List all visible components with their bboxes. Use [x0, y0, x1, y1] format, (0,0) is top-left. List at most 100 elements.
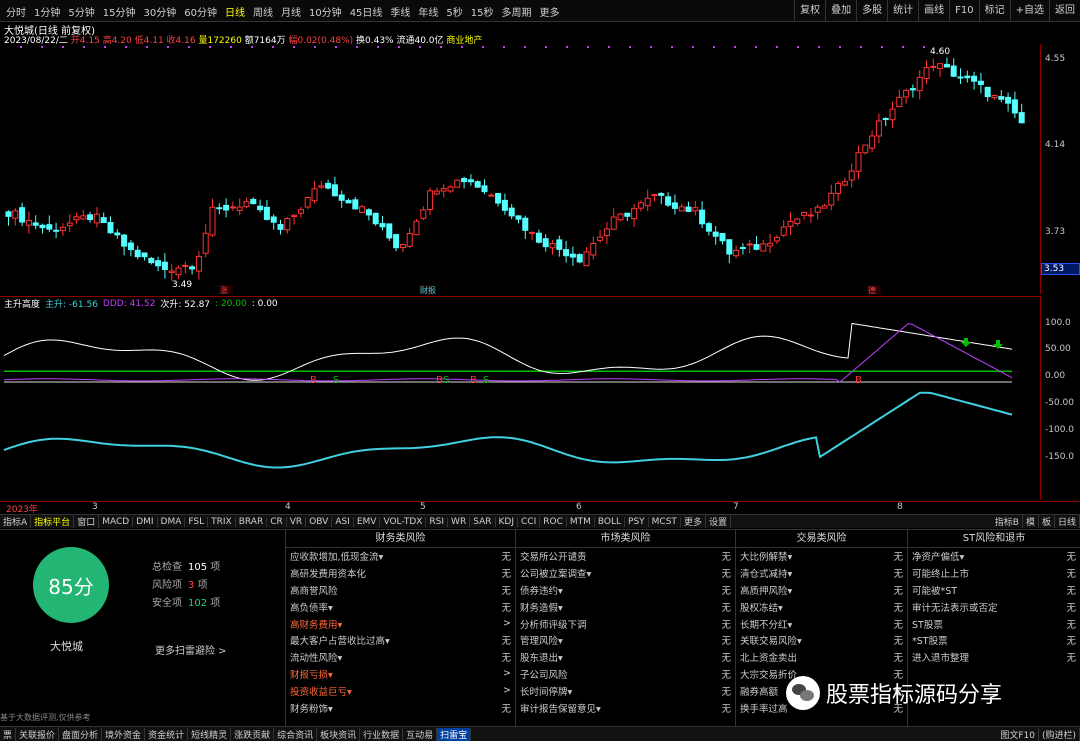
risk-item[interactable]: 高研发费用资本化 无 — [286, 565, 515, 582]
risk-item[interactable]: 高商誉风险 无 — [286, 582, 515, 599]
indicator-tab[interactable]: 指标平台 — [31, 515, 75, 528]
toolbar-button[interactable]: 统计 — [887, 0, 918, 22]
indicator-tab[interactable]: VOL-TDX — [380, 516, 427, 527]
indicator-tab[interactable]: BRAR — [236, 516, 268, 527]
risk-item[interactable]: 财务造假▾ 无 — [516, 598, 735, 615]
more-scan-link[interactable]: 更多扫雷避险 > — [155, 642, 227, 657]
status-tab[interactable]: 境外资金 — [102, 727, 146, 741]
indicator-tab[interactable]: TRIX — [208, 516, 236, 527]
period-tab[interactable]: 季线 — [386, 4, 414, 19]
toolbar-button[interactable]: +自选 — [1009, 0, 1049, 22]
risk-item[interactable]: 财务粉饰▾ 无 — [286, 699, 515, 716]
period-tab[interactable]: 15秒 — [467, 4, 498, 19]
status-tab[interactable]: 行业数据 — [360, 727, 404, 741]
risk-item[interactable]: 长时间停牌▾ 无 — [516, 682, 735, 699]
period-tab[interactable]: 15分钟 — [99, 4, 140, 19]
risk-item[interactable]: 应收款增加,低现金流▾ 无 — [286, 548, 515, 565]
risk-item[interactable]: 管理风险▾ 无 — [516, 632, 735, 649]
indicator-chart[interactable]: BSBSBSB — [0, 310, 1040, 500]
period-tab[interactable]: 60分钟 — [180, 4, 221, 19]
status-tab[interactable]: 资金统计 — [145, 727, 189, 741]
period-tab[interactable]: 更多 — [536, 4, 564, 19]
toolbar-button[interactable]: 多股 — [856, 0, 887, 22]
risk-item[interactable]: 大比例解禁▾ 无 — [736, 548, 907, 565]
risk-item[interactable]: 交易所公开谴责 无 — [516, 548, 735, 565]
risk-item[interactable]: 流动性风险▾ 无 — [286, 649, 515, 666]
status-tab[interactable]: 票 — [0, 727, 17, 741]
risk-item[interactable]: 进入退市整理 无 — [908, 649, 1080, 666]
risk-item[interactable]: ST股票 无 — [908, 615, 1080, 632]
risk-item[interactable]: 净资产偏低▾ 无 — [908, 548, 1080, 565]
indicator-tab[interactable]: OBV — [306, 516, 333, 527]
indicator-tab[interactable]: DMA — [158, 516, 186, 527]
toolbar-button[interactable]: F10 — [949, 0, 978, 22]
period-tab[interactable]: 多周期 — [498, 4, 536, 19]
period-tab[interactable]: 年线 — [414, 4, 442, 19]
indicator-tab[interactable]: ROC — [540, 516, 567, 527]
toolbar-button[interactable]: 画线 — [918, 0, 949, 22]
period-tab[interactable]: 月线 — [277, 4, 305, 19]
status-tab[interactable]: 关联报价 — [16, 727, 60, 741]
risk-item[interactable]: 关联交易风险▾ 无 — [736, 632, 907, 649]
risk-item[interactable]: 债券违约▾ 无 — [516, 582, 735, 599]
toolbar-button[interactable]: 返回 — [1049, 0, 1080, 22]
indicator-tab-right[interactable]: 模 — [1023, 515, 1039, 528]
status-tab[interactable]: 涨跌贡献 — [231, 727, 275, 741]
risk-item[interactable]: 高质押风险▾ 无 — [736, 582, 907, 599]
toolbar-button[interactable]: 标记 — [978, 0, 1010, 22]
indicator-tab[interactable]: BOLL — [595, 516, 626, 527]
indicator-tab[interactable]: SAR — [470, 516, 496, 527]
status-tab[interactable]: 板块资讯 — [317, 727, 361, 741]
risk-item[interactable]: 最大客户占营收比过高▾ 无 — [286, 632, 515, 649]
risk-item[interactable]: 可能终止上市 无 — [908, 565, 1080, 582]
risk-item[interactable]: 财报亏损▾ > — [286, 666, 515, 683]
indicator-tab[interactable]: 指标A — [0, 515, 32, 528]
status-tab[interactable]: 综合资讯 — [274, 727, 318, 741]
status-tab[interactable]: 盘面分析 — [59, 727, 103, 741]
status-right-item[interactable]: 图文F10 — [997, 727, 1039, 741]
indicator-tab[interactable]: CCI — [518, 516, 541, 527]
risk-item[interactable]: 子公司风险 无 — [516, 666, 735, 683]
risk-item[interactable]: 可能被*ST 无 — [908, 582, 1080, 599]
indicator-tab[interactable]: PSY — [625, 516, 649, 527]
period-tab[interactable]: 5分钟 — [64, 4, 98, 19]
period-tab[interactable]: 10分钟 — [305, 4, 346, 19]
risk-item[interactable]: 公司被立案调查▾ 无 — [516, 565, 735, 582]
risk-item[interactable]: 清仓式减持▾ 无 — [736, 565, 907, 582]
risk-item[interactable]: 高财务费用▾ > — [286, 615, 515, 632]
indicator-tab[interactable]: MCST — [649, 516, 681, 527]
risk-item[interactable]: 审计无法表示或否定 无 — [908, 598, 1080, 615]
indicator-tab[interactable]: EMV — [354, 516, 381, 527]
indicator-tab[interactable]: 更多 — [681, 515, 706, 528]
period-tab[interactable]: 30分钟 — [139, 4, 180, 19]
toolbar-button[interactable]: 复权 — [794, 0, 825, 22]
indicator-tab[interactable]: 设置 — [706, 515, 731, 528]
risk-item[interactable]: 投资收益巨亏▾ > — [286, 682, 515, 699]
event-tag[interactable]: 财报 — [420, 285, 436, 294]
risk-item[interactable]: *ST股票 无 — [908, 632, 1080, 649]
indicator-tab[interactable]: WR — [448, 516, 471, 527]
risk-item[interactable]: 股权冻结▾ 无 — [736, 598, 907, 615]
risk-item[interactable]: 审计报告保留意见▾ 无 — [516, 699, 735, 716]
indicator-tab[interactable]: DMI — [133, 516, 158, 527]
period-tab[interactable]: 周线 — [249, 4, 277, 19]
indicator-tab-right[interactable]: 指标B — [992, 515, 1023, 528]
indicator-tab[interactable]: MTM — [567, 516, 595, 527]
candlestick-chart[interactable]: 4.60 3.49 涨 财报 德 — [0, 44, 1040, 294]
indicator-tab[interactable]: MACD — [99, 516, 134, 527]
risk-item[interactable]: 分析师评级下调 无 — [516, 615, 735, 632]
indicator-tab[interactable]: CR — [267, 516, 287, 527]
period-tab[interactable]: 1分钟 — [30, 4, 64, 19]
status-tab[interactable]: 扫雷宝 — [437, 727, 472, 741]
status-tab[interactable]: 互动易 — [403, 727, 438, 741]
indicator-tab[interactable]: 窗口 — [74, 515, 100, 528]
period-tab[interactable]: 分时 — [2, 4, 30, 19]
indicator-tab[interactable]: KDJ — [496, 516, 518, 527]
indicator-tab[interactable]: ASI — [332, 516, 354, 527]
period-tab[interactable]: 45日线 — [346, 4, 387, 19]
indicator-tab[interactable]: RSI — [426, 516, 449, 527]
indicator-tab[interactable]: VR — [287, 516, 307, 527]
status-right-item[interactable]: (购进栏) — [1039, 727, 1080, 741]
risk-item[interactable]: 北上资金卖出 无 — [736, 649, 907, 666]
indicator-tab-right[interactable]: 日线 — [1055, 515, 1080, 528]
